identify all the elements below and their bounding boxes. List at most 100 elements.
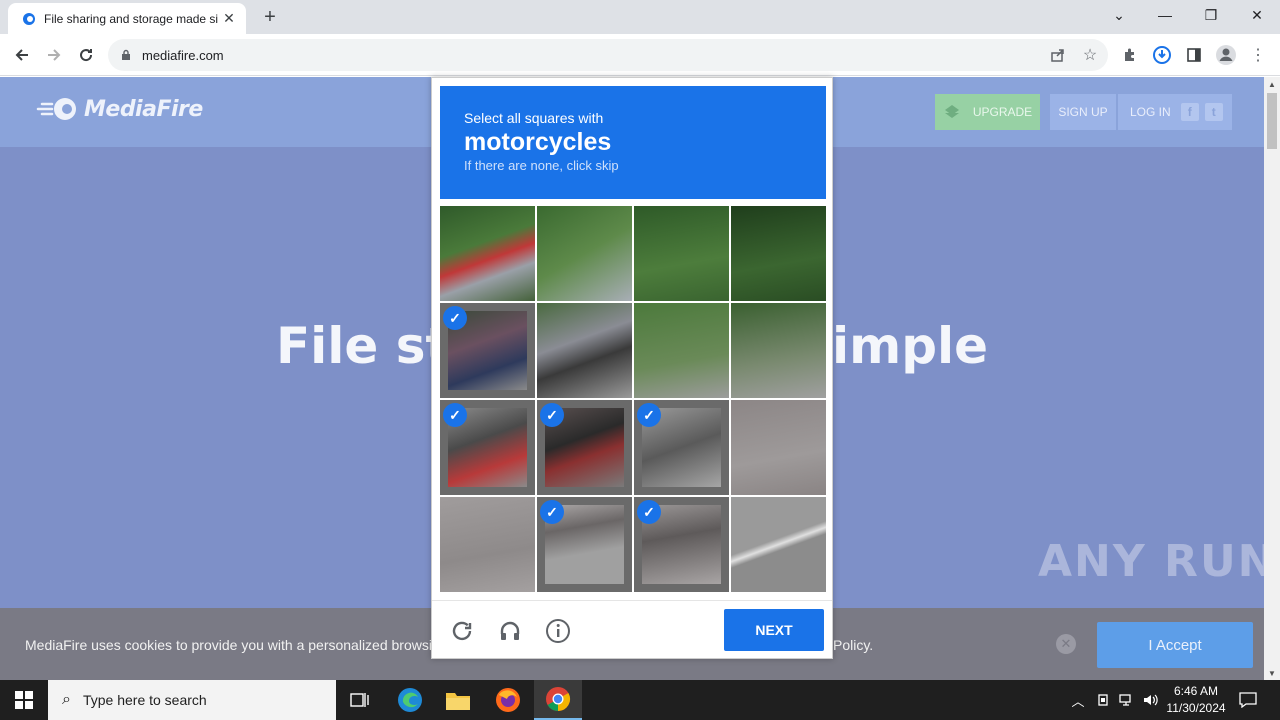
captcha-tile-image [731,206,826,301]
usb-icon[interactable] [1092,680,1114,720]
upgrade-icon [944,105,959,118]
captcha-tile[interactable] [634,303,729,398]
download-icon[interactable] [1148,41,1176,69]
network-icon[interactable] [1116,680,1138,720]
taskbar-clock[interactable]: 6:46 AM 11/30/2024 [1160,683,1232,717]
menu-icon[interactable]: ⋮ [1244,41,1272,69]
facebook-icon[interactable]: f [1180,103,1199,121]
tray-overflow-icon[interactable]: ︿ [1068,680,1088,720]
tab-mediafire[interactable]: File sharing and storage made si ✕ [8,3,246,34]
captcha-tile[interactable] [731,497,826,592]
captcha-tile-image [537,303,632,398]
edge-icon[interactable] [386,680,434,720]
search-icon: ⌕ [62,691,71,708]
checkmark-icon: ✓ [540,403,564,427]
info-icon[interactable] [544,617,572,645]
captcha-instruction: Select all squares with [464,110,604,126]
accept-cookies-button[interactable]: I Accept [1097,622,1253,668]
windows-taskbar: ⌕ Type here to search ︿ 6:46 AM 11/30/20… [0,680,1280,720]
login-button[interactable]: LOG IN f t [1118,94,1232,130]
scroll-thumb[interactable] [1267,93,1277,149]
captcha-tile[interactable]: ✓ [634,497,729,592]
captcha-tile[interactable] [731,303,826,398]
upgrade-label: UPGRADE [972,105,1033,119]
page-scrollbar[interactable]: ▲ ▼ [1264,77,1280,680]
checkmark-icon: ✓ [540,500,564,524]
captcha-header: Select all squares with motorcycles If t… [440,86,826,199]
captcha-tile[interactable] [731,400,826,495]
captcha-tile-image [731,303,826,398]
restore-icon[interactable]: ❐ [1188,0,1234,30]
flame-logo-icon [36,98,76,120]
captcha-tile-image [440,206,535,301]
close-window-icon[interactable]: ✕ [1234,0,1280,30]
captcha-tile[interactable] [440,497,535,592]
captcha-grid: ✓ ✓ ✓ ✓ ✓ ✓ [440,206,826,592]
reload-icon[interactable] [72,41,100,69]
url-text: mediafire.com [142,47,224,63]
captcha-tile[interactable] [731,206,826,301]
forward-icon[interactable] [40,41,68,69]
new-tab-icon[interactable]: + [258,6,282,28]
captcha-tile[interactable] [634,206,729,301]
captcha-footer: NEXT [432,600,832,658]
captcha-tile-image [440,497,535,592]
checkmark-icon: ✓ [637,500,661,524]
scroll-up-icon[interactable]: ▲ [1264,77,1280,91]
volume-icon[interactable] [1140,680,1162,720]
address-bar[interactable]: mediafire.com [108,39,1108,71]
clock-date: 11/30/2024 [1166,701,1226,715]
captcha-dialog: Select all squares with motorcycles If t… [431,77,833,659]
captcha-tile-image [731,497,826,592]
captcha-tile[interactable]: ✓ [440,400,535,495]
captcha-target: motorcycles [464,128,612,156]
notifications-icon[interactable] [1236,680,1260,720]
sidepanel-icon[interactable] [1180,41,1208,69]
tab-search-icon[interactable]: ⌄ [1096,0,1142,30]
captcha-tile[interactable] [537,303,632,398]
minimize-icon[interactable]: — [1142,0,1188,30]
anyrun-watermark: ANY RUN [1038,536,1277,587]
firefox-icon[interactable] [484,680,532,720]
cookie-text: MediaFire uses cookies to provide you wi… [25,637,448,653]
captcha-tile-image [537,206,632,301]
captcha-tile[interactable]: ✓ [634,400,729,495]
tab-close-icon[interactable]: ✕ [220,10,238,28]
captcha-hint: If there are none, click skip [464,158,619,173]
next-button[interactable]: NEXT [724,609,824,651]
login-label: LOG IN [1130,105,1171,119]
checkmark-icon: ✓ [443,306,467,330]
clock-time: 6:46 AM [1173,684,1219,698]
lock-icon [122,49,130,60]
start-button[interactable] [0,680,48,720]
windows-logo-icon [15,691,33,709]
profile-icon[interactable] [1212,41,1240,69]
chrome-icon[interactable] [534,680,582,720]
extensions-icon[interactable] [1116,41,1144,69]
cookie-text-tail: Policy. [833,637,874,653]
scroll-down-icon[interactable]: ▼ [1264,666,1280,680]
checkmark-icon: ✓ [443,403,467,427]
signup-button[interactable]: SIGN UP [1050,94,1116,130]
reload-challenge-icon[interactable] [448,617,476,645]
logo-text: MediaFire [84,96,203,122]
file-explorer-icon[interactable] [434,680,482,720]
captcha-tile[interactable]: ✓ [440,303,535,398]
star-icon[interactable]: ☆ [1076,41,1104,69]
captcha-tile[interactable] [537,206,632,301]
upgrade-button[interactable]: UPGRADE [935,94,1040,130]
back-icon[interactable] [8,41,36,69]
captcha-tile[interactable]: ✓ [537,497,632,592]
audio-challenge-icon[interactable] [496,617,524,645]
search-placeholder: Type here to search [82,692,207,708]
mediafire-logo[interactable]: MediaFire [36,95,203,123]
share-icon[interactable] [1044,41,1072,69]
browser-toolbar: mediafire.com ☆ ⋮ [0,34,1280,76]
task-view-icon[interactable] [336,680,384,720]
captcha-tile[interactable]: ✓ [537,400,632,495]
captcha-tile[interactable] [440,206,535,301]
twitter-icon[interactable]: t [1204,103,1223,121]
taskbar-search[interactable]: ⌕ Type here to search [48,680,336,720]
cookie-close-icon[interactable]: ✕ [1056,634,1076,654]
tab-title: File sharing and storage made si [44,11,219,26]
